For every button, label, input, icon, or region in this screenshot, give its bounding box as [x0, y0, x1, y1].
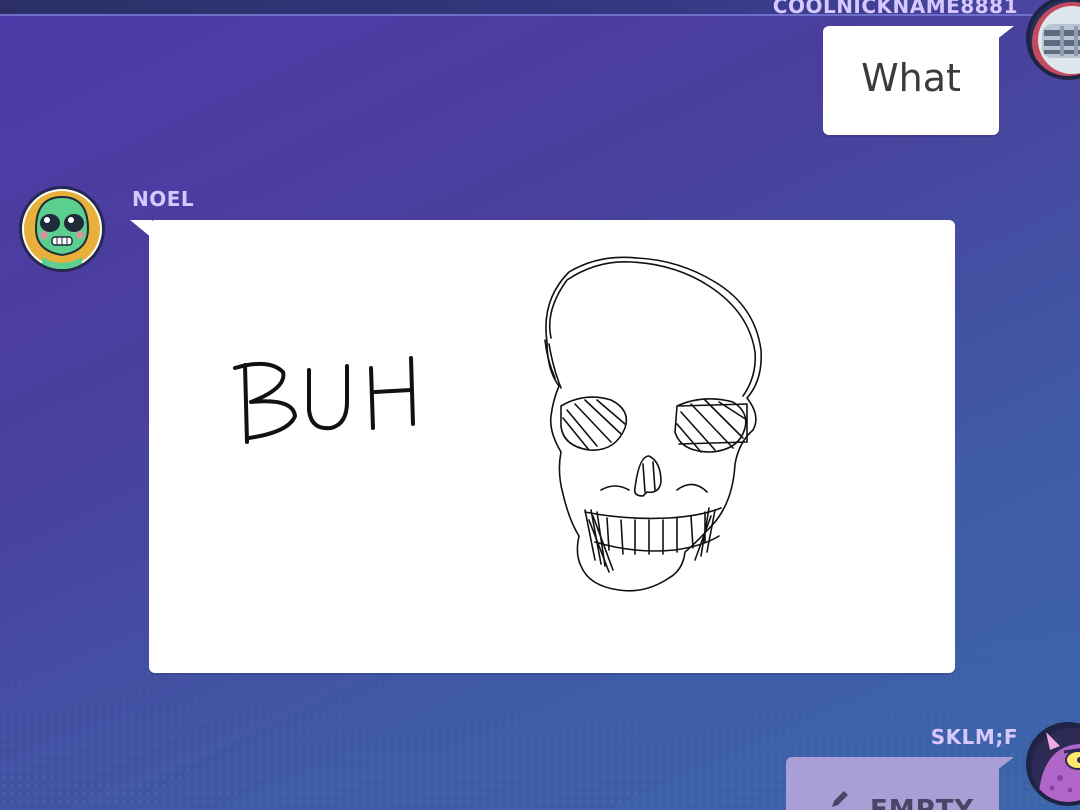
bubble-tail	[990, 757, 1014, 771]
empty-status-text: EMPTY	[870, 795, 975, 810]
pencil-icon	[828, 787, 852, 810]
author-name: NOEL	[132, 187, 195, 211]
alien-icon[interactable]	[19, 186, 105, 272]
drawing-text-buh	[233, 356, 415, 444]
message-text: What	[861, 56, 961, 100]
drawing-bubble[interactable]	[149, 220, 955, 673]
bubble-tail	[990, 26, 1014, 40]
empty-message-bubble: EMPTY	[786, 757, 999, 810]
skull-drawing	[233, 256, 763, 592]
message-bubble: What	[823, 26, 999, 135]
knight-icon[interactable]	[1026, 0, 1080, 80]
author-name: SKLM;F	[930, 725, 1018, 749]
author-name: COOLNICKNAME8881	[772, 0, 1018, 18]
